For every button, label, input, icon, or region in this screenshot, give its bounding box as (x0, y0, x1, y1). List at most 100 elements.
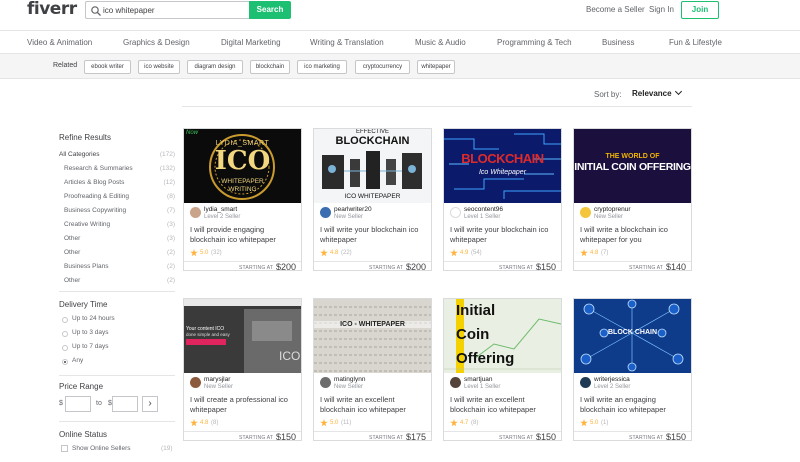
avatar[interactable] (190, 377, 201, 388)
subcategory-link[interactable]: Articles & Blog Posts (64, 179, 124, 186)
avatar[interactable] (320, 377, 331, 388)
gig-title[interactable]: I will write an excellent blockchain ico… (450, 395, 558, 415)
subcategory-link[interactable]: Other (64, 249, 80, 256)
gig-price[interactable]: $175 (406, 432, 426, 440)
gig-price[interactable]: $200 (406, 262, 426, 270)
subcategory-link[interactable]: Business Copywriting (64, 207, 126, 214)
avatar[interactable] (320, 207, 331, 218)
subcategory-link[interactable]: Other (64, 235, 80, 242)
related-tag[interactable]: blockchain (250, 60, 290, 74)
gig-thumbnail[interactable]: Now LYDIA_SMART ICO WHITEPAPER WRITING (184, 129, 301, 203)
radio-any[interactable] (62, 359, 68, 365)
price-go-button[interactable]: › (142, 396, 158, 412)
gig-price[interactable]: $150 (666, 432, 686, 440)
radio-24-hours[interactable] (62, 317, 68, 323)
gig-image-text: WRITING (228, 186, 257, 193)
gig-card[interactable]: BLOCKCHAIN Ico Whitepaper seocontent96 L… (443, 128, 562, 271)
seller-name[interactable]: pearlwriter20 (334, 206, 372, 213)
join-button[interactable]: Join (681, 1, 719, 19)
price-min-input[interactable] (65, 396, 91, 412)
gig-title[interactable]: I will create a professional ico whitepa… (190, 395, 298, 415)
seller-name[interactable]: matinglynn (334, 376, 365, 383)
search-button[interactable]: Search (249, 1, 291, 19)
gig-thumbnail[interactable]: ICO - WHITEPAPER (314, 299, 431, 373)
gig-thumbnail[interactable]: Initial Coin Offering (444, 299, 561, 373)
related-tag[interactable]: cryptocurrency (355, 60, 410, 74)
radio-label[interactable]: Any (72, 357, 83, 364)
price-max-input[interactable] (112, 396, 138, 412)
online-sellers-checkbox[interactable] (61, 445, 68, 452)
all-categories-link[interactable]: All Categories (59, 151, 99, 158)
seller-name[interactable]: lydia_smart (204, 206, 237, 213)
gig-card[interactable]: BLOCK CHAIN writerjessica Level 2 Seller… (573, 298, 692, 441)
gig-card[interactable]: THE WORLD OF INITIAL COIN OFFERING crypt… (573, 128, 692, 271)
gig-price[interactable]: $150 (536, 432, 556, 440)
related-tag[interactable]: ebook writer (84, 60, 131, 74)
gig-card[interactable]: Now LYDIA_SMART ICO WHITEPAPER WRITING l… (183, 128, 302, 271)
subcategory-link[interactable]: Proofreading & Editing (64, 193, 129, 200)
seller-name[interactable]: cryptoprenur (594, 206, 631, 213)
gig-card[interactable]: ICO - WHITEPAPER matinglynn New Seller I… (313, 298, 432, 441)
subcategory-link[interactable]: Business Plans (64, 263, 108, 270)
subcategory-link[interactable]: Research & Summaries (64, 165, 133, 172)
category-count: (3) (167, 221, 175, 228)
category-writing-translation[interactable]: Writing & Translation (310, 38, 384, 47)
sort-dropdown[interactable]: Relevance (632, 87, 682, 98)
radio-3-days[interactable] (62, 331, 68, 337)
seller-name[interactable]: writerjessica (594, 376, 630, 383)
gig-price[interactable]: $200 (276, 262, 296, 270)
star-icon (320, 419, 328, 427)
radio-label[interactable]: Up to 7 days (72, 343, 109, 350)
subcategory-link[interactable]: Other (64, 277, 80, 284)
become-seller-link[interactable]: Become a Seller (586, 5, 645, 14)
related-tag[interactable]: whitepaper (417, 60, 455, 74)
gig-thumbnail[interactable]: BLOCK CHAIN (574, 299, 691, 373)
radio-7-days[interactable] (62, 345, 68, 351)
related-tag[interactable]: diagram design (187, 60, 243, 74)
gig-title[interactable]: I will write an engaging blockchain ico … (580, 395, 688, 415)
avatar[interactable] (190, 207, 201, 218)
search-input[interactable] (103, 3, 243, 17)
avatar[interactable] (580, 207, 591, 218)
category-graphics-design[interactable]: Graphics & Design (123, 38, 190, 47)
gig-thumbnail[interactable]: Your content ICO done simple and easy IC… (184, 299, 301, 373)
category-business[interactable]: Business (602, 38, 634, 47)
category-video-animation[interactable]: Video & Animation (27, 38, 92, 47)
radio-label[interactable]: Up to 3 days (72, 329, 109, 336)
starting-at-label: STARTING AT (499, 435, 534, 441)
related-tag[interactable]: ico marketing (297, 60, 347, 74)
gig-card[interactable]: Your content ICO done simple and easy IC… (183, 298, 302, 441)
gig-price[interactable]: $150 (276, 432, 296, 440)
gig-thumbnail[interactable]: THE WORLD OF INITIAL COIN OFFERING (574, 129, 691, 203)
star-icon (190, 419, 198, 427)
subcategory-link[interactable]: Creative Writing (64, 221, 110, 228)
gig-title[interactable]: I will write an excellent blockchain ico… (320, 395, 428, 415)
category-music-audio[interactable]: Music & Audio (415, 38, 466, 47)
gig-price[interactable]: $140 (666, 262, 686, 270)
gig-card[interactable]: Initial Coin Offering smartjuan Level 1 … (443, 298, 562, 441)
category-fun-lifestyle[interactable]: Fun & Lifestyle (669, 38, 722, 47)
sign-in-link[interactable]: Sign In (649, 5, 674, 14)
seller-level: Level 2 Seller (594, 384, 631, 390)
gig-price[interactable]: $150 (536, 262, 556, 270)
gig-title[interactable]: I will provide engaging blockchain ico w… (190, 225, 298, 245)
gig-thumbnail[interactable]: BLOCKCHAIN Ico Whitepaper (444, 129, 561, 203)
gig-title[interactable]: I will write your blockchain ico whitepa… (320, 225, 428, 245)
gig-thumbnail[interactable]: EFFECTIVE BLOCKCHAIN ICO WHITEPAPER (314, 129, 431, 203)
category-programming-tech[interactable]: Programming & Tech (497, 38, 572, 47)
fiverr-logo[interactable]: fiverr (27, 0, 77, 19)
seller-name[interactable]: marysjlar (204, 376, 230, 383)
online-sellers-label[interactable]: Show Online Sellers (72, 445, 131, 452)
gig-title[interactable]: I will write your blockchain ico whitepa… (450, 225, 558, 245)
category-digital-marketing[interactable]: Digital Marketing (221, 38, 281, 47)
related-tag[interactable]: ico website (138, 60, 180, 74)
seller-name[interactable]: smartjuan (464, 376, 493, 383)
avatar[interactable] (580, 377, 591, 388)
radio-label[interactable]: Up to 24 hours (72, 315, 115, 322)
avatar[interactable] (450, 207, 461, 218)
gig-card[interactable]: EFFECTIVE BLOCKCHAIN ICO WHITEPAPER pear… (313, 128, 432, 271)
gig-title[interactable]: I will write a blockchain ico whitepaper… (580, 225, 688, 245)
seller-name[interactable]: seocontent96 (464, 206, 503, 213)
avatar[interactable] (450, 377, 461, 388)
search-box[interactable] (85, 1, 249, 19)
